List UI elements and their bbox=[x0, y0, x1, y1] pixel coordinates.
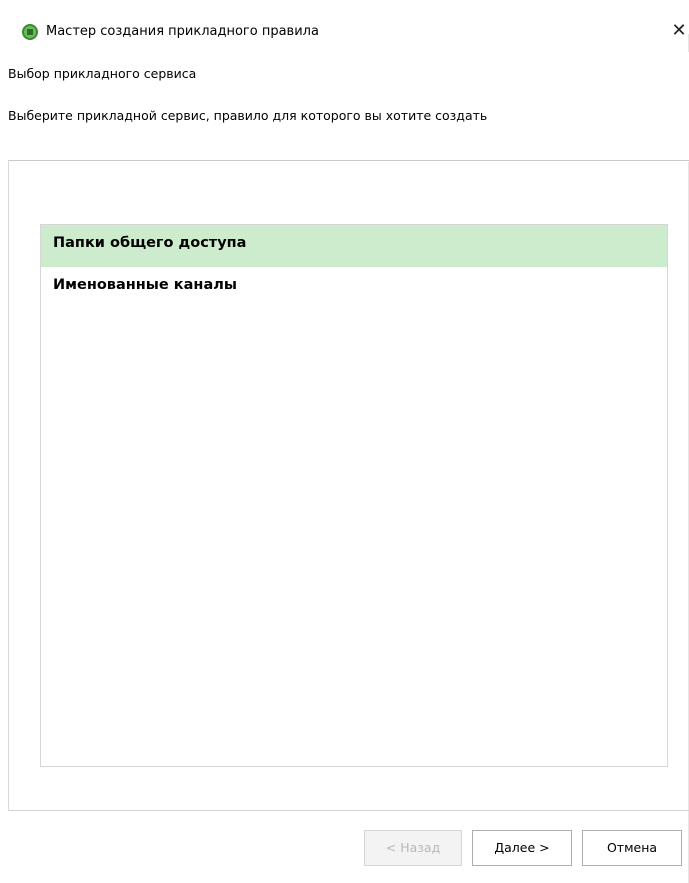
title-bar: Мастер создания прикладного правила ✕ bbox=[0, 0, 689, 41]
service-list[interactable]: Папки общего доступа Именованные каналы bbox=[40, 224, 668, 767]
window-title: Мастер создания прикладного правила bbox=[46, 24, 319, 39]
next-button[interactable]: Далее > bbox=[472, 830, 572, 866]
close-icon[interactable]: ✕ bbox=[669, 18, 689, 44]
list-item-shared-folders[interactable]: Папки общего доступа bbox=[41, 225, 667, 267]
wizard-header: Выбор прикладного сервиса Выберите прикл… bbox=[0, 52, 689, 162]
wizard-window: Мастер создания прикладного правила ✕ Вы… bbox=[0, 0, 689, 883]
cancel-button[interactable]: Отмена bbox=[582, 830, 682, 866]
footer-divider bbox=[8, 810, 689, 811]
header-divider bbox=[8, 160, 689, 161]
step-title: Выбор прикладного сервиса bbox=[8, 66, 197, 81]
step-description: Выберите прикладной сервис, правило для … bbox=[8, 108, 488, 123]
back-button[interactable]: < Назад bbox=[364, 830, 462, 866]
app-icon bbox=[22, 24, 38, 40]
list-item-named-pipes[interactable]: Именованные каналы bbox=[41, 267, 667, 309]
content-border bbox=[8, 160, 9, 810]
